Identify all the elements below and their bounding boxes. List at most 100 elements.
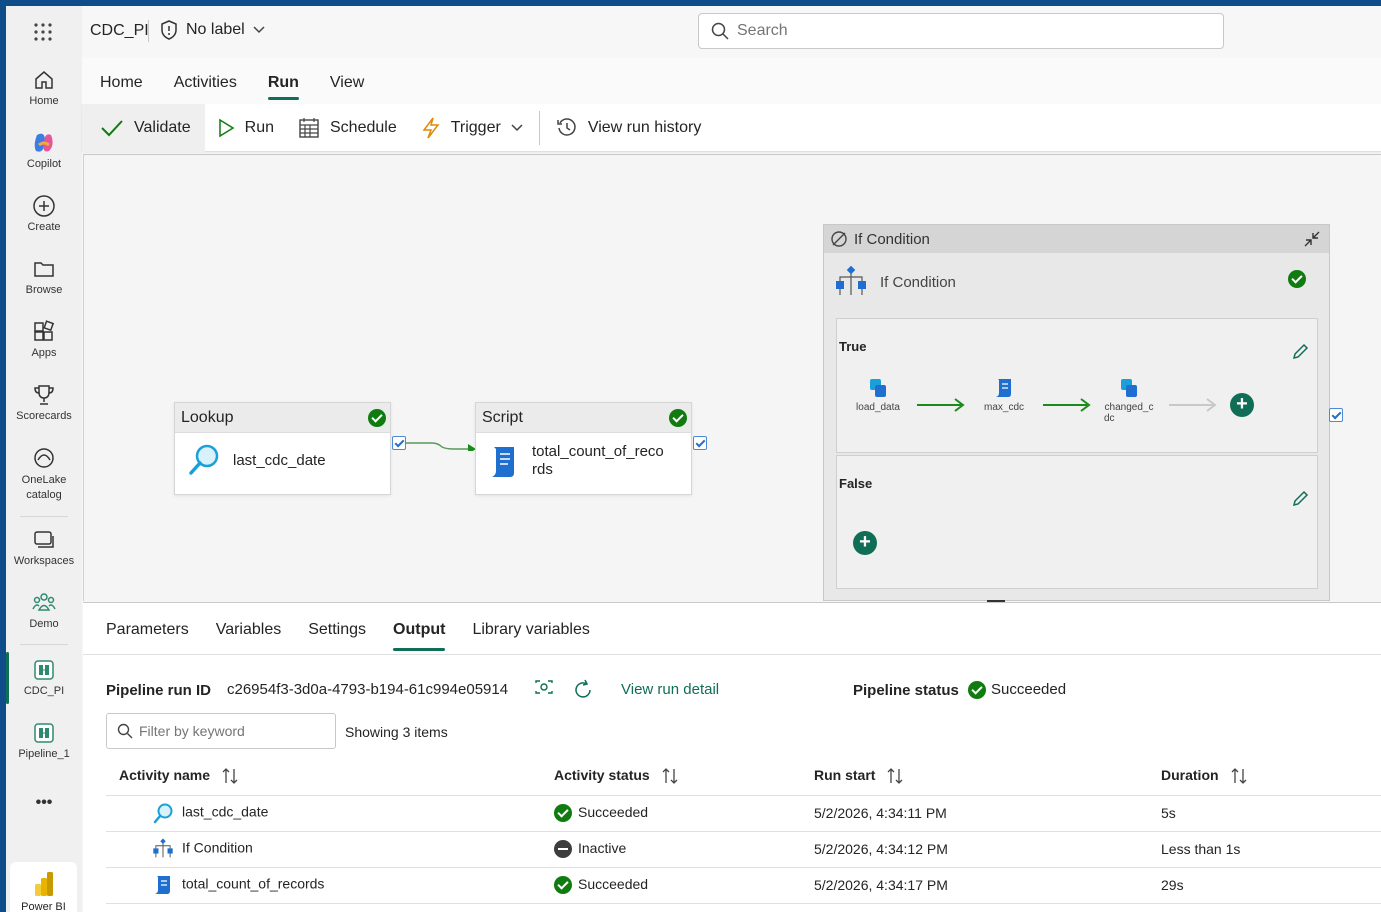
add-activity-button[interactable]: + <box>1230 393 1254 417</box>
ribbon-tabs: Home Activities Run View <box>100 68 395 100</box>
tab-home[interactable]: Home <box>100 68 143 98</box>
run-button[interactable]: Run <box>205 104 286 152</box>
rail-item-home[interactable]: Home <box>6 68 82 107</box>
workspaces-icon <box>34 531 54 548</box>
rail-item-scorecards[interactable]: Scorecards <box>6 383 82 422</box>
rail-item-cdc-pi[interactable]: CDC_PI <box>6 658 82 697</box>
search-box[interactable] <box>698 13 1224 49</box>
activity-status: Succeeded <box>578 875 649 892</box>
edit-pencil-icon[interactable] <box>1291 490 1309 508</box>
column-header-run-start[interactable]: Run start <box>801 757 1148 796</box>
powerbi-icon <box>34 872 53 896</box>
rail-item-copilot[interactable]: Copilot <box>6 131 82 170</box>
activity-name-cell[interactable]: total_count_of_records <box>106 867 541 904</box>
validate-label: Validate <box>134 118 191 136</box>
node-name-line1: total_count_of_reco <box>532 443 664 460</box>
copy-icon[interactable] <box>534 679 554 695</box>
tab-parameters[interactable]: Parameters <box>106 615 189 645</box>
column-header-activity-name[interactable]: Activity name <box>106 757 541 796</box>
tab-library-variables[interactable]: Library variables <box>472 615 589 645</box>
filter-input[interactable] <box>139 723 329 739</box>
lookup-activity-node[interactable]: Lookup last_cdc_date <box>174 402 391 495</box>
app-window: Home Copilot Create Browse Apps Scorecar… <box>6 6 1381 912</box>
if-condition-name: If Condition <box>880 273 956 291</box>
search-input[interactable] <box>737 22 1197 40</box>
deactivated-icon <box>831 231 847 247</box>
rail-item-onelake[interactable]: OneLake catalog <box>6 446 82 503</box>
column-header-activity-status[interactable]: Activity status <box>541 757 801 796</box>
tab-view[interactable]: View <box>330 68 364 98</box>
rail-item-create[interactable]: Create <box>6 194 82 233</box>
refresh-icon[interactable] <box>572 679 594 701</box>
node-name: total_count_of_reco rds <box>532 443 664 479</box>
tab-output[interactable]: Output <box>393 615 446 651</box>
copy-data-icon <box>1121 379 1137 397</box>
sort-icon[interactable] <box>662 767 678 785</box>
sensitivity-label-button[interactable]: No label <box>160 20 265 40</box>
edit-pencil-icon[interactable] <box>1291 343 1309 361</box>
validate-button[interactable]: Validate <box>82 103 205 152</box>
sort-icon[interactable] <box>1231 767 1247 785</box>
success-output-port[interactable] <box>392 436 406 450</box>
powerbi-switcher[interactable]: Power BI <box>10 862 77 912</box>
rail-item-label: Create <box>27 221 61 233</box>
success-output-port[interactable] <box>693 436 707 450</box>
view-run-history-button[interactable]: View run history <box>544 104 714 152</box>
script-icon <box>492 447 514 477</box>
ribbon: Home Activities Run View Validate Run Sc… <box>82 58 1381 154</box>
schedule-label: Schedule <box>330 118 397 136</box>
script-activity-node[interactable]: Script total_count_of_reco rds <box>475 402 692 495</box>
activity-name: If Condition <box>182 839 253 856</box>
table-header-row: Activity name Activity status Run start … <box>106 757 1381 796</box>
apps-icon <box>34 320 55 341</box>
if-condition-icon <box>153 838 173 858</box>
rail-item-demo[interactable]: Demo <box>6 591 82 630</box>
label-text: No label <box>186 21 245 38</box>
tab-activities[interactable]: Activities <box>174 68 237 98</box>
pipeline-canvas[interactable]: Lookup last_cdc_date Script total_count_… <box>83 154 1381 603</box>
success-output-port[interactable] <box>1329 408 1343 422</box>
node-header: Script <box>476 403 691 433</box>
activity-name-cell[interactable]: If Condition <box>106 831 541 868</box>
pipeline-title[interactable]: CDC_PI <box>90 22 149 40</box>
true-branch[interactable]: True load_data max_cdc changed_c dc + <box>836 318 1318 453</box>
rail-item-label: Workspaces <box>13 555 75 567</box>
activity-name-cell[interactable]: last_cdc_date <box>106 795 541 832</box>
rail-item-workspaces[interactable]: Workspaces <box>6 528 82 567</box>
sort-icon[interactable] <box>887 767 903 785</box>
table-row[interactable]: If Condition Inactive 5/2/2026, 4:34:12 … <box>106 831 1381 868</box>
waffle-icon[interactable] <box>33 22 53 42</box>
table-row[interactable]: last_cdc_date Succeeded 5/2/2026, 4:34:1… <box>106 795 1381 832</box>
copilot-icon <box>34 133 53 152</box>
table-row[interactable]: total_count_of_records Succeeded 5/2/202… <box>106 867 1381 904</box>
sort-icon[interactable] <box>222 767 238 785</box>
rail-item-label: Browse <box>25 284 63 296</box>
if-condition-header: If Condition <box>824 225 1329 253</box>
schedule-button[interactable]: Schedule <box>286 104 409 152</box>
view-run-detail-link[interactable]: View run detail <box>621 681 719 698</box>
rail-item-apps[interactable]: Apps <box>6 320 82 359</box>
panel-tabs: Parameters Variables Settings Output Lib… <box>106 615 617 651</box>
run-id-value: c26954f3-3d0a-4793-b194-61c994e05914 <box>227 681 509 698</box>
tab-settings[interactable]: Settings <box>308 615 366 645</box>
mini-activity-max-cdc[interactable]: max_cdc <box>976 377 1032 413</box>
mini-activity-load-data[interactable]: load_data <box>850 377 906 413</box>
duration-cell: 5s <box>1148 795 1381 832</box>
tab-run[interactable]: Run <box>267 68 300 100</box>
shield-icon <box>161 20 177 40</box>
tab-variables[interactable]: Variables <box>216 615 282 645</box>
filter-box[interactable] <box>106 713 336 749</box>
more-button[interactable]: ••• <box>6 794 82 812</box>
trigger-button[interactable]: Trigger <box>409 104 535 152</box>
add-activity-button[interactable]: + <box>853 531 877 555</box>
collapse-icon[interactable] <box>1303 230 1321 248</box>
false-branch[interactable]: False + <box>836 455 1318 589</box>
success-check-icon <box>1288 270 1306 288</box>
rail-item-label: CDC_PI <box>23 685 65 697</box>
rail-item-pipeline-1[interactable]: Pipeline_1 <box>6 721 82 760</box>
if-condition-container[interactable]: If Condition If Condition True load_data… <box>823 224 1330 601</box>
connector-arrow <box>1043 398 1091 412</box>
rail-item-browse[interactable]: Browse <box>6 257 82 296</box>
mini-activity-changed-cdc[interactable]: changed_c dc <box>1101 377 1157 424</box>
column-header-duration[interactable]: Duration <box>1148 757 1381 796</box>
